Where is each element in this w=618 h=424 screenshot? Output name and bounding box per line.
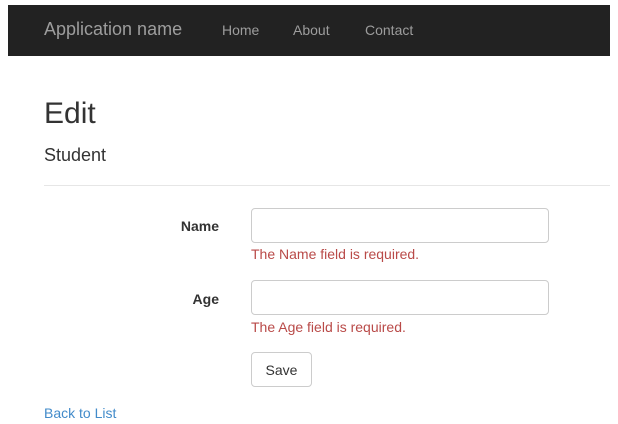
back-to-list-link[interactable]: Back to List xyxy=(44,405,116,421)
nav-about-link[interactable]: About xyxy=(293,21,330,39)
name-input[interactable] xyxy=(251,208,549,243)
page-subtitle: Student xyxy=(44,145,107,165)
nav-home-link[interactable]: Home xyxy=(222,21,259,39)
nav-contact-link[interactable]: Contact xyxy=(365,21,413,39)
brand-link[interactable]: Application name xyxy=(44,19,182,39)
navbar: Application name Home About Contact xyxy=(8,5,610,56)
age-input[interactable] xyxy=(251,280,549,315)
name-label: Name xyxy=(180,218,219,234)
age-error-message: The Age field is required. xyxy=(251,319,406,335)
save-button[interactable]: Save xyxy=(251,352,312,387)
name-error-message: The Name field is required. xyxy=(251,246,420,262)
page-title: Edit xyxy=(44,97,96,130)
divider xyxy=(44,185,610,186)
age-label: Age xyxy=(192,291,219,307)
